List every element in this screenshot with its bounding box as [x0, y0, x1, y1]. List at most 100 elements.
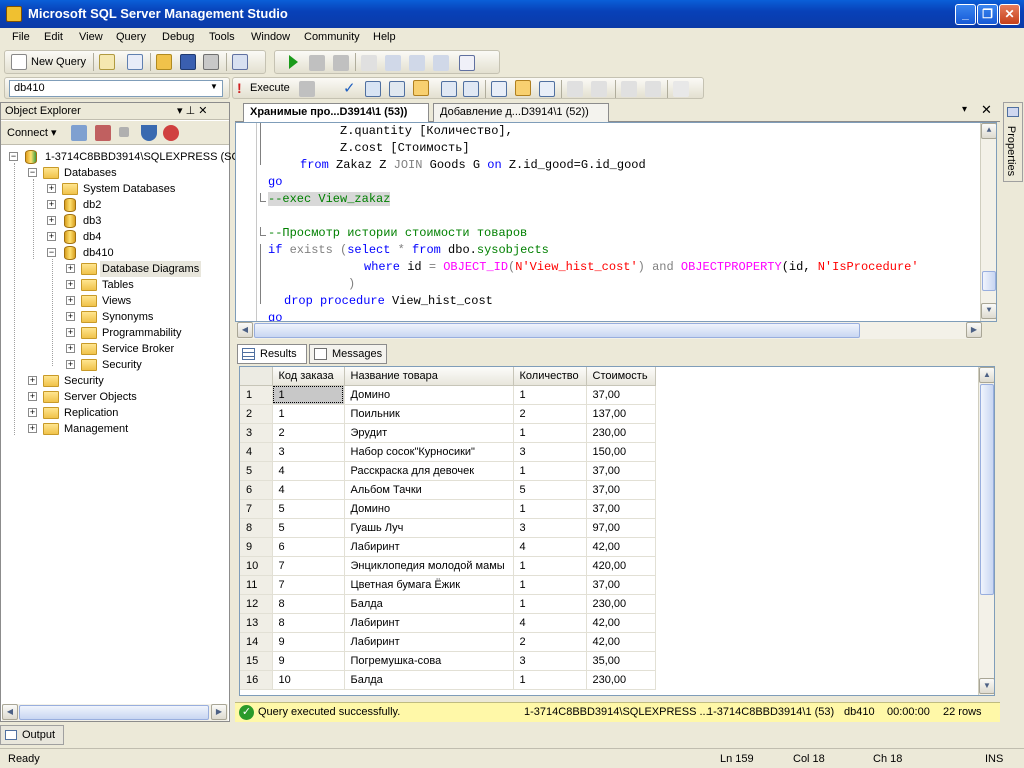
menu-debug[interactable]: Debug [162, 31, 194, 43]
stop-icon[interactable] [333, 55, 349, 71]
table-cell[interactable]: 230,00 [586, 423, 656, 443]
table-cell[interactable]: 3 [513, 518, 587, 538]
table-cell[interactable]: 230,00 [586, 670, 656, 690]
table-cell[interactable]: 3 [272, 442, 345, 462]
scroll-left-icon[interactable]: ◀ [237, 322, 253, 338]
menu-view[interactable]: View [79, 31, 103, 43]
database-engine-query-icon[interactable] [99, 54, 115, 70]
table-row[interactable]: 10 7 Энциклопедия молодой мамы 1 420,00 [240, 556, 656, 576]
table-cell[interactable]: 1 [513, 461, 587, 481]
client-stats-icon[interactable] [463, 81, 479, 97]
results-to-file-icon[interactable] [539, 81, 555, 97]
table-cell[interactable]: Лабиринт [344, 537, 514, 557]
table-row[interactable]: 4 3 Набор сосок"Курносики" 3 150,00 [240, 442, 656, 462]
grid-vertical-scrollbar[interactable]: ▲ ▼ [978, 367, 994, 695]
table-cell[interactable]: 1 [513, 575, 587, 595]
save-icon[interactable] [180, 54, 196, 70]
table-cell[interactable]: Альбом Тачки [344, 480, 514, 500]
table-cell[interactable]: 37,00 [586, 385, 656, 405]
oe-horizontal-scrollbar[interactable]: ◀ ▶ [2, 704, 228, 721]
table-cell[interactable]: Лабиринт [344, 632, 514, 652]
increase-indent-icon[interactable] [645, 81, 661, 97]
table-cell[interactable]: 3 [513, 651, 587, 671]
table-cell[interactable]: 1 [272, 404, 345, 424]
table-cell[interactable]: 150,00 [586, 442, 656, 462]
step-icon[interactable] [361, 55, 377, 71]
table-cell[interactable]: 37,00 [586, 461, 656, 481]
editor-vertical-scrollbar[interactable]: ▲ ▼ [980, 123, 996, 321]
scroll-down-icon[interactable]: ▼ [979, 678, 994, 694]
query-designer-icon[interactable] [389, 81, 405, 97]
scroll-thumb[interactable] [982, 271, 996, 291]
table-cell[interactable]: 5 [513, 480, 587, 500]
table-cell[interactable]: Домино [344, 385, 514, 405]
table-row[interactable]: 12 8 Балда 1 230,00 [240, 594, 656, 614]
specify-values-icon[interactable] [673, 81, 689, 97]
table-cell[interactable]: 9 [272, 651, 345, 671]
table-row[interactable]: 2 1 Поильник 2 137,00 [240, 404, 656, 424]
table-row[interactable]: 14 9 Лабиринт 2 42,00 [240, 632, 656, 652]
close-tab-icon[interactable]: ✕ [981, 102, 992, 118]
results-grid-active-icon[interactable] [515, 80, 531, 96]
restore-button[interactable]: ❐ [977, 4, 998, 25]
tab-menu-icon[interactable]: ▾ [962, 104, 967, 115]
table-cell[interactable]: 2 [513, 404, 587, 424]
table-cell[interactable]: Поильник [344, 404, 514, 424]
step-out-icon[interactable] [433, 55, 449, 71]
decrease-indent-icon[interactable] [621, 81, 637, 97]
results-to-text-icon[interactable] [491, 81, 507, 97]
menu-file[interactable]: File [12, 31, 30, 43]
table-row[interactable]: 3 2 Эрудит 1 230,00 [240, 423, 656, 443]
cancel-query-icon[interactable] [299, 81, 315, 97]
connect-button[interactable]: Connect ▾ [7, 126, 57, 139]
refresh-icon[interactable] [163, 125, 179, 141]
tab-results[interactable]: Results [237, 344, 307, 364]
table-cell[interactable]: Погремушка-сова [344, 651, 514, 671]
table-cell[interactable]: 37,00 [586, 575, 656, 595]
table-cell[interactable]: 6 [272, 537, 345, 557]
table-cell[interactable]: 1 [513, 423, 587, 443]
close-button[interactable]: ✕ [999, 4, 1020, 25]
table-cell[interactable]: Набор сосок"Курносики" [344, 442, 514, 462]
table-cell[interactable]: Балда [344, 670, 514, 690]
table-cell[interactable]: 7 [272, 556, 345, 576]
table-cell[interactable]: 9 [272, 632, 345, 652]
tab-stored-procedures[interactable]: Хранимые про...D3914\1 (53)) [243, 103, 429, 123]
table-cell[interactable]: 4 [513, 537, 587, 557]
database-select[interactable]: db410 ▼ [9, 80, 223, 97]
table-cell[interactable]: 42,00 [586, 632, 656, 652]
comment-icon[interactable] [567, 81, 583, 97]
table-cell[interactable]: 2 [272, 423, 345, 443]
scroll-up-icon[interactable]: ▲ [981, 123, 996, 139]
new-file-icon[interactable] [127, 54, 143, 70]
table-cell[interactable]: 420,00 [586, 556, 656, 576]
table-cell[interactable]: 1 [513, 594, 587, 614]
table-cell[interactable]: 230,00 [586, 594, 656, 614]
open-file-icon[interactable] [156, 54, 172, 70]
disconnect-icon[interactable] [95, 125, 111, 141]
uncomment-icon[interactable] [591, 81, 607, 97]
menu-tools[interactable]: Tools [209, 31, 235, 43]
scroll-thumb[interactable] [19, 705, 209, 720]
sql-editor[interactable]: Z.quantity [Количество], Z.cost [Стоимос… [235, 122, 997, 322]
tab-messages[interactable]: Messages [309, 344, 387, 364]
new-query-button[interactable]: New Query [31, 56, 86, 68]
scroll-left-icon[interactable]: ◀ [2, 704, 18, 720]
table-cell[interactable]: 4 [513, 613, 587, 633]
step-into-icon[interactable] [385, 55, 401, 71]
table-cell[interactable]: Расскраска для девочек [344, 461, 514, 481]
activity-monitor-icon[interactable] [232, 54, 248, 70]
table-cell[interactable]: 5 [272, 499, 345, 519]
table-cell[interactable]: Домино [344, 499, 514, 519]
minimize-button[interactable]: _ [955, 4, 976, 25]
table-cell[interactable]: 10 [272, 670, 345, 690]
scroll-up-icon[interactable]: ▲ [979, 367, 994, 383]
table-cell[interactable]: 8 [272, 594, 345, 614]
results-grid[interactable]: Код заказа Название товара Количество Ст… [239, 366, 995, 696]
pause-icon[interactable] [309, 55, 325, 71]
tab-add-data[interactable]: Добавление д...D3914\1 (52)) [433, 103, 609, 122]
table-cell[interactable]: 8 [272, 613, 345, 633]
filter-icon[interactable] [141, 125, 157, 141]
menu-edit[interactable]: Edit [44, 31, 63, 43]
table-cell[interactable]: 1 [513, 556, 587, 576]
